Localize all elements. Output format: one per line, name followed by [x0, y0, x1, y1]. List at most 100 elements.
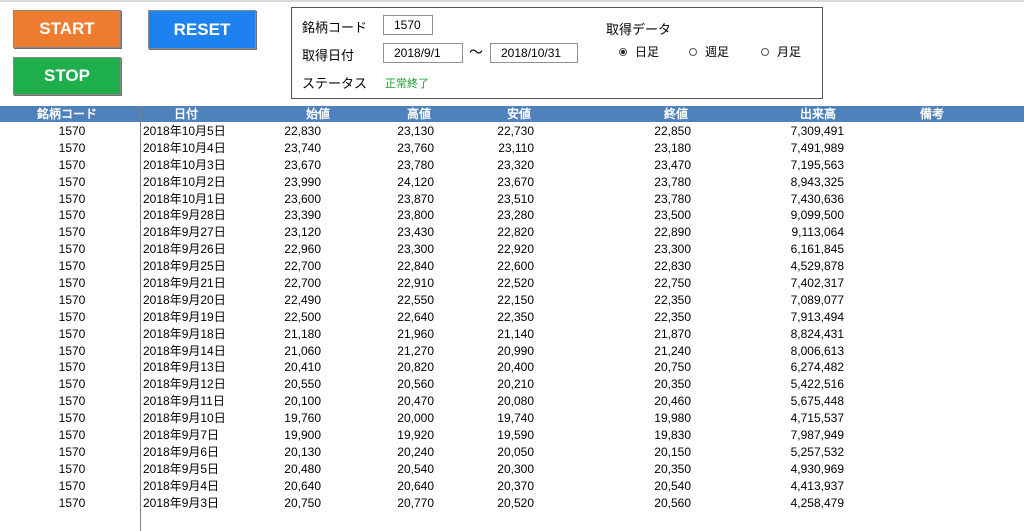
date-to-field[interactable]: 2018/10/31 [490, 43, 578, 63]
table-row: 1570 2018年10月3日 23,670 23,780 23,320 23,470 7,… [0, 157, 1024, 174]
table-row: 1570 2018年9月3日 20,750 20,770 20,520 20,560 4,2… [0, 495, 1024, 512]
cell-open: 22,500 [284, 309, 321, 324]
cell-close: 19,980 [654, 411, 691, 426]
cell-open: 20,100 [284, 394, 321, 409]
cell-date: 2018年9月27日 [143, 225, 226, 240]
cell-close: 23,180 [654, 140, 691, 155]
cell-volume: 4,413,937 [790, 478, 844, 493]
header-high: 高値 [407, 107, 432, 121]
cell-low: 22,350 [497, 309, 534, 324]
date-from-field[interactable]: 2018/9/1 [383, 43, 463, 63]
cell-date: 2018年10月2日 [143, 174, 226, 189]
cell-volume: 5,675,448 [790, 394, 844, 409]
code-field[interactable]: 1570 [383, 15, 433, 35]
cell-close: 20,350 [654, 377, 691, 392]
cell-date: 2018年9月13日 [143, 360, 226, 375]
cell-date: 2018年9月18日 [143, 326, 226, 341]
cell-high: 20,000 [397, 411, 434, 426]
cell-date: 2018年9月21日 [143, 276, 226, 291]
cell-open: 20,130 [284, 444, 321, 459]
cell-low: 20,990 [497, 343, 534, 358]
radio-daily[interactable]: 日足 [619, 43, 659, 60]
cell-low: 22,920 [497, 242, 534, 257]
cell-code: 1570 [58, 157, 86, 172]
cell-close: 20,460 [654, 394, 691, 409]
cell-open: 23,740 [284, 140, 321, 155]
cell-open: 22,700 [284, 276, 321, 291]
table-row: 1570 2018年9月27日 23,120 23,430 22,820 22,890 9,… [0, 224, 1024, 241]
cell-code: 1570 [58, 495, 86, 510]
cell-date: 2018年9月7日 [143, 428, 220, 443]
header-note: 備考 [920, 107, 945, 121]
radio-checked-icon [619, 47, 627, 56]
cell-volume: 9,113,064 [791, 225, 845, 240]
radio-monthly[interactable]: 月足 [761, 43, 801, 60]
date-label: 取得日付 [302, 49, 355, 64]
cell-volume: 5,422,516 [790, 377, 844, 392]
cell-close: 23,780 [654, 174, 691, 189]
cell-high: 20,240 [397, 444, 434, 459]
cell-volume: 7,089,077 [790, 292, 844, 307]
cell-date: 2018年10月4日 [143, 140, 226, 155]
cell-open: 23,670 [284, 157, 321, 172]
cell-low: 21,140 [497, 326, 534, 341]
cell-low: 22,600 [497, 259, 534, 274]
cell-volume: 8,943,325 [790, 174, 844, 189]
cell-volume: 7,987,949 [790, 428, 844, 443]
cell-low: 19,590 [497, 428, 534, 443]
header-low: 安値 [507, 107, 532, 121]
cell-open: 23,390 [284, 208, 321, 223]
reset-button[interactable]: RESET [148, 10, 256, 49]
cell-open: 20,750 [284, 495, 321, 510]
radio-unchecked-icon [761, 47, 769, 56]
radio-weekly[interactable]: 週足 [689, 43, 729, 60]
cell-open: 21,180 [284, 326, 321, 341]
cell-date: 2018年10月1日 [143, 191, 226, 206]
cell-code: 1570 [58, 208, 86, 223]
table-row: 1570 2018年9月18日 21,180 21,960 21,140 21,870 8,… [0, 326, 1024, 343]
table-row: 1570 2018年9月20日 22,490 22,550 22,150 22,350 7,… [0, 292, 1024, 309]
cell-volume: 4,930,969 [790, 461, 844, 476]
header-open: 始値 [306, 107, 331, 121]
cell-close: 21,870 [654, 326, 691, 341]
code-label: 銘柄コード [302, 21, 368, 36]
cell-low: 22,820 [497, 225, 534, 240]
table-body: 1570 2018年10月5日 22,830 23,130 22,730 22,850 7,… [0, 123, 1024, 511]
cell-high: 22,640 [397, 309, 434, 324]
cell-code: 1570 [58, 276, 86, 291]
cell-high: 22,550 [397, 292, 434, 307]
settings-panel: 銘柄コード 1570 取得日付 2018/9/1 〜 2018/10/31 ステ… [291, 7, 823, 99]
data-type-label: 取得データ [606, 23, 672, 38]
cell-high: 22,910 [397, 276, 434, 291]
radio-monthly-label: 月足 [777, 45, 802, 59]
table-row: 1570 2018年9月13日 20,410 20,820 20,400 20,750 6,… [0, 359, 1024, 376]
date-range-separator: 〜 [469, 45, 483, 61]
cell-code: 1570 [58, 191, 86, 206]
cell-close: 20,350 [654, 461, 691, 476]
cell-high: 19,920 [397, 428, 434, 443]
cell-code: 1570 [58, 174, 86, 189]
cell-code: 1570 [58, 444, 86, 459]
radio-weekly-label: 週足 [705, 45, 730, 59]
cell-low: 23,670 [497, 174, 534, 189]
cell-close: 19,830 [654, 428, 691, 443]
start-button[interactable]: START [13, 10, 121, 48]
cell-high: 23,430 [397, 225, 434, 240]
cell-low: 22,520 [497, 276, 534, 291]
cell-close: 22,750 [654, 276, 691, 291]
table-row: 1570 2018年9月26日 22,960 23,300 22,920 23,300 6,… [0, 241, 1024, 258]
cell-date: 2018年10月3日 [143, 157, 226, 172]
stop-button[interactable]: STOP [13, 57, 121, 95]
cell-open: 23,600 [284, 191, 321, 206]
table-row: 1570 2018年9月6日 20,130 20,240 20,050 20,150 5,2… [0, 444, 1024, 461]
cell-volume: 7,491,989 [790, 140, 844, 155]
cell-high: 23,870 [397, 191, 434, 206]
cell-low: 22,730 [497, 124, 534, 138]
table-row: 1570 2018年9月25日 22,700 22,840 22,600 22,830 4,… [0, 258, 1024, 275]
table-row: 1570 2018年9月10日 19,760 20,000 19,740 19,980 4,… [0, 410, 1024, 427]
cell-volume: 4,529,878 [790, 259, 844, 274]
table-row: 1570 2018年9月14日 21,060 21,270 20,990 21,240 8,… [0, 343, 1024, 360]
cell-close: 23,300 [654, 242, 691, 257]
cell-open: 21,060 [284, 343, 321, 358]
cell-volume: 4,715,537 [790, 411, 844, 426]
